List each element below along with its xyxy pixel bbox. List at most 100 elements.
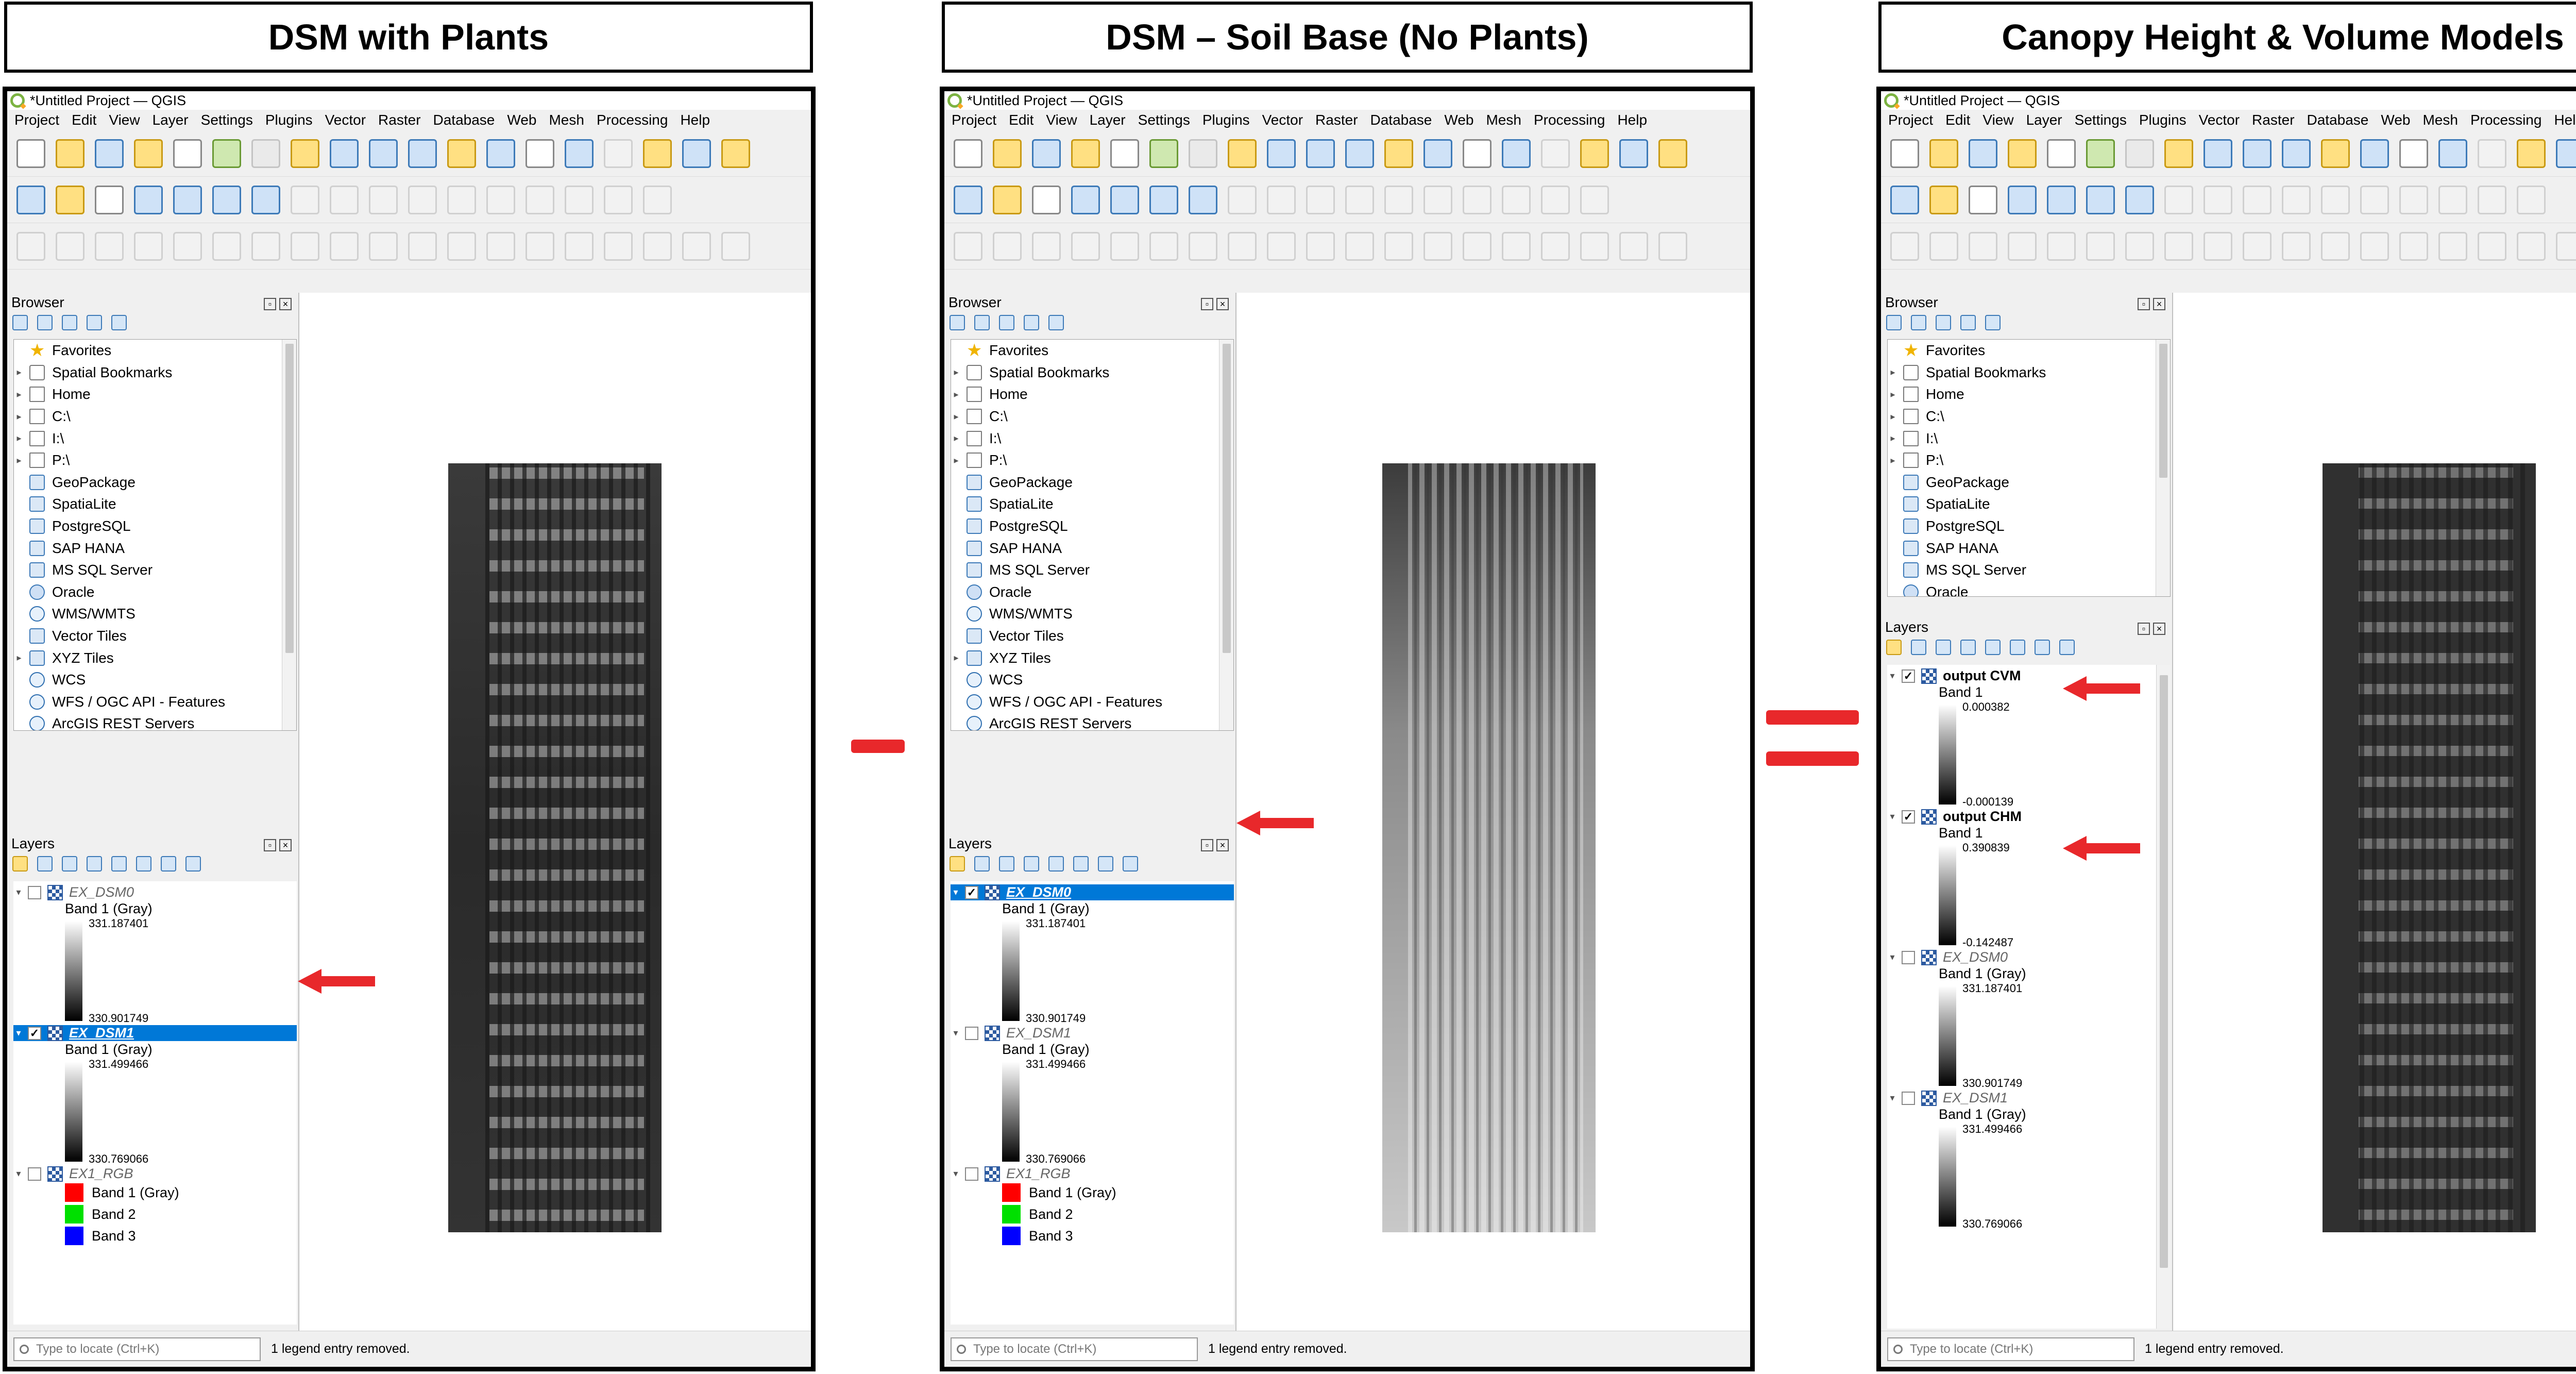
menu-raster[interactable]: Raster [1315,112,1358,128]
expand-icon[interactable]: ▸ [1888,389,1898,400]
menu-layer[interactable]: Layer [1090,112,1126,128]
delete-selected-icon[interactable] [526,185,554,214]
paste-features-icon[interactable] [2517,185,2546,214]
rotate-feature-icon[interactable] [95,231,124,261]
zoom-next-icon[interactable] [2478,139,2506,168]
float-icon[interactable]: ▫ [264,298,276,310]
simplify-feature-icon[interactable] [2008,231,2037,261]
zoom-full-icon[interactable] [2282,139,2311,168]
zoom-last-icon[interactable] [2438,139,2467,168]
zoom-to-layer-icon[interactable] [2360,139,2389,168]
browser-item-arcgis-rest[interactable]: ArcGIS REST Servers [951,713,1233,730]
copy-features-icon[interactable] [604,185,633,214]
close-icon[interactable]: × [2153,623,2165,635]
menu-vector[interactable]: Vector [325,112,366,128]
float-icon[interactable]: ▫ [264,839,276,851]
layer-row-ex-dsm1[interactable]: ▾ EX_DSM1 [1887,1090,2171,1106]
browser-item-postgresql[interactable]: PostgreSQL [1888,515,2170,538]
browser-item-mssql[interactable]: MS SQL Server [1888,559,2170,581]
zoom-last-icon[interactable] [565,139,594,168]
zoom-in-icon[interactable] [2204,139,2232,168]
statistics-icon[interactable] [2125,185,2154,214]
browser-item-geopackage[interactable]: GeoPackage [14,472,296,494]
layer-visibility-checkbox[interactable] [965,1167,978,1181]
collapse-icon[interactable]: ▾ [1887,671,1897,681]
digitize-vertex-icon[interactable] [1969,185,1997,214]
collapse-all-icon[interactable] [1960,315,1976,330]
open-project-icon[interactable] [993,139,1022,168]
layer-row-ex1-rgb[interactable]: ▾ EX1_RGB [13,1166,297,1182]
split-features-icon[interactable] [526,231,554,261]
new-layer-icon[interactable] [56,185,84,214]
manage-visibility-icon[interactable] [1936,640,1951,655]
reverse-line-icon[interactable] [1384,231,1413,261]
collapse-icon[interactable]: ▾ [1887,952,1897,963]
new-project-icon[interactable] [1890,139,1919,168]
menu-web[interactable]: Web [507,112,536,128]
merge-features-icon[interactable] [2478,231,2506,261]
merge-features-icon[interactable] [1541,231,1570,261]
zoom-native-icon[interactable] [2399,139,2428,168]
layer-row-output-chm[interactable]: ▾ ✓ output CHM [1887,809,2171,825]
zoom-next-icon[interactable] [1541,139,1570,168]
expand-icon[interactable]: ▸ [14,455,24,466]
menu-settings[interactable]: Settings [2075,112,2127,128]
refresh-icon[interactable] [974,315,990,330]
float-icon[interactable]: ▫ [1201,839,1213,851]
offset-curve-icon[interactable] [1345,231,1374,261]
browser-scrollbar[interactable] [282,340,296,730]
reshape-features-icon[interactable] [1306,231,1335,261]
browser-item-p-drive[interactable]: ▸ P:\ [14,449,296,472]
menu-edit[interactable]: Edit [72,112,96,128]
pan-icon[interactable] [1189,139,1217,168]
locator-search-input[interactable]: Type to locate (Ctrl+K) [1887,1337,2134,1361]
layer-visibility-checkbox[interactable]: ✓ [28,1026,41,1040]
data-source-manager-icon[interactable] [1890,185,1919,214]
save-edits-icon[interactable] [2243,185,2272,214]
delete-part-icon[interactable] [330,231,359,261]
menu-settings[interactable]: Settings [201,112,253,128]
menu-layer[interactable]: Layer [2026,112,2062,128]
browser-scrollbar[interactable] [1219,340,1233,730]
new-layer-icon[interactable] [993,185,1022,214]
browser-scrollbar[interactable] [2156,340,2170,596]
reverse-line-icon[interactable] [447,231,476,261]
paste-features-icon[interactable] [1580,185,1609,214]
new-project-icon[interactable] [16,139,45,168]
menu-mesh[interactable]: Mesh [1486,112,1521,128]
toggle-editing-icon[interactable] [330,185,359,214]
new-print-layout-icon[interactable] [1071,139,1100,168]
layer-row-ex-dsm0[interactable]: ▾ EX_DSM0 [1887,949,2171,965]
menu-mesh[interactable]: Mesh [549,112,584,128]
zoom-to-selection-icon[interactable] [2321,139,2350,168]
browser-item-favorites[interactable]: ★ Favorites [1888,340,2170,362]
offset-point-icon[interactable] [1658,231,1687,261]
trim-extend-icon[interactable] [486,231,515,261]
add-group-icon[interactable] [37,856,53,872]
menu-edit[interactable]: Edit [1009,112,1033,128]
pan-icon[interactable] [251,139,280,168]
split-parts-icon[interactable] [565,231,594,261]
float-icon[interactable]: ▫ [2138,623,2150,635]
python-console-icon[interactable] [1149,185,1178,214]
filter-expression-icon[interactable] [1048,856,1064,872]
refresh-icon[interactable] [721,139,750,168]
cad-tools-icon[interactable] [1890,231,1919,261]
zoom-full-icon[interactable] [1345,139,1374,168]
add-group-icon[interactable] [974,856,990,872]
add-ring-icon[interactable] [173,231,202,261]
layer-visibility-checkbox[interactable] [28,885,41,899]
browser-item-postgresql[interactable]: PostgreSQL [14,515,296,538]
processing-toolbox-icon[interactable] [173,185,202,214]
browser-item-sap-hana[interactable]: SAP HANA [951,537,1233,559]
style-manager-icon[interactable] [2086,139,2115,168]
simplify-feature-icon[interactable] [1071,231,1100,261]
filter-expression-icon[interactable] [1985,640,2001,655]
add-ring-icon[interactable] [2047,231,2076,261]
data-source-manager-icon[interactable] [954,185,982,214]
copy-features-icon[interactable] [2478,185,2506,214]
info-icon[interactable] [111,315,127,330]
delete-ring-icon[interactable] [291,231,319,261]
browser-item-i-drive[interactable]: ▸ I:\ [951,427,1233,449]
refresh-icon[interactable] [1911,315,1926,330]
